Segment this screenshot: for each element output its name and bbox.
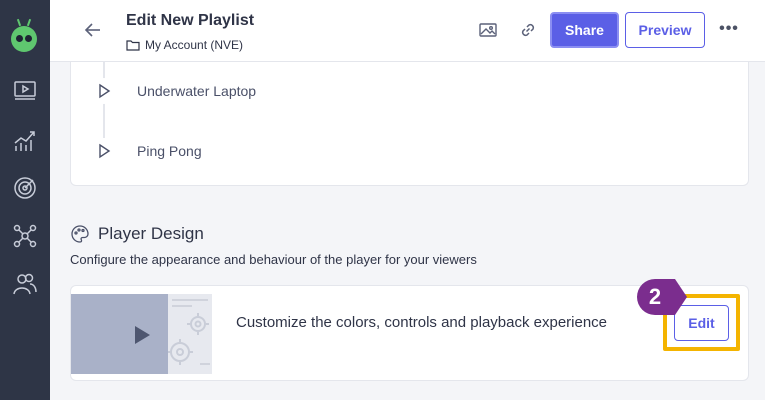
breadcrumb-label: My Account (NVE) [145, 38, 244, 52]
tutorial-step-number: 2 [648, 284, 662, 309]
section-title: Player Design [98, 224, 204, 243]
card-description: Customize the colors, controls and playb… [236, 314, 608, 331]
section-description: Configure the appearance and behaviour o… [70, 252, 477, 267]
gear-icon [167, 299, 210, 365]
more-options-icon[interactable]: ••• [718, 20, 740, 40]
playlist-item[interactable]: Underwater Laptop [91, 77, 256, 105]
play-icon [91, 138, 117, 164]
video-library-icon[interactable] [11, 76, 39, 104]
sidebar [0, 0, 50, 400]
playlist-items-card: Underwater Laptop Ping Pong [70, 62, 749, 186]
player-preview-thumbnail [71, 294, 212, 374]
engagement-icon[interactable] [11, 174, 39, 202]
integrations-icon[interactable] [11, 222, 39, 250]
playlist-item-title: Ping Pong [137, 143, 202, 159]
settings-panel-graphic [167, 294, 212, 374]
playlist-item-title: Underwater Laptop [137, 83, 257, 99]
app-logo[interactable] [11, 18, 37, 52]
thumbnail-image-icon[interactable] [478, 20, 498, 40]
play-icon [91, 78, 117, 104]
section-heading: Player Design [70, 224, 204, 244]
link-icon[interactable] [518, 20, 538, 40]
page-header: Edit New Playlist My Account (NVE) Share… [50, 0, 765, 62]
playlist-item[interactable]: Ping Pong [91, 137, 202, 165]
back-arrow-icon[interactable] [82, 19, 104, 41]
play-icon [135, 326, 150, 344]
folder-icon [126, 40, 140, 51]
palette-icon [71, 225, 89, 243]
team-icon[interactable] [11, 270, 39, 298]
breadcrumb[interactable]: My Account (NVE) [126, 37, 243, 53]
analytics-icon[interactable] [11, 126, 39, 154]
preview-button[interactable]: Preview [625, 12, 705, 48]
share-button[interactable]: Share [550, 12, 619, 48]
page-title: Edit New Playlist [126, 12, 255, 29]
